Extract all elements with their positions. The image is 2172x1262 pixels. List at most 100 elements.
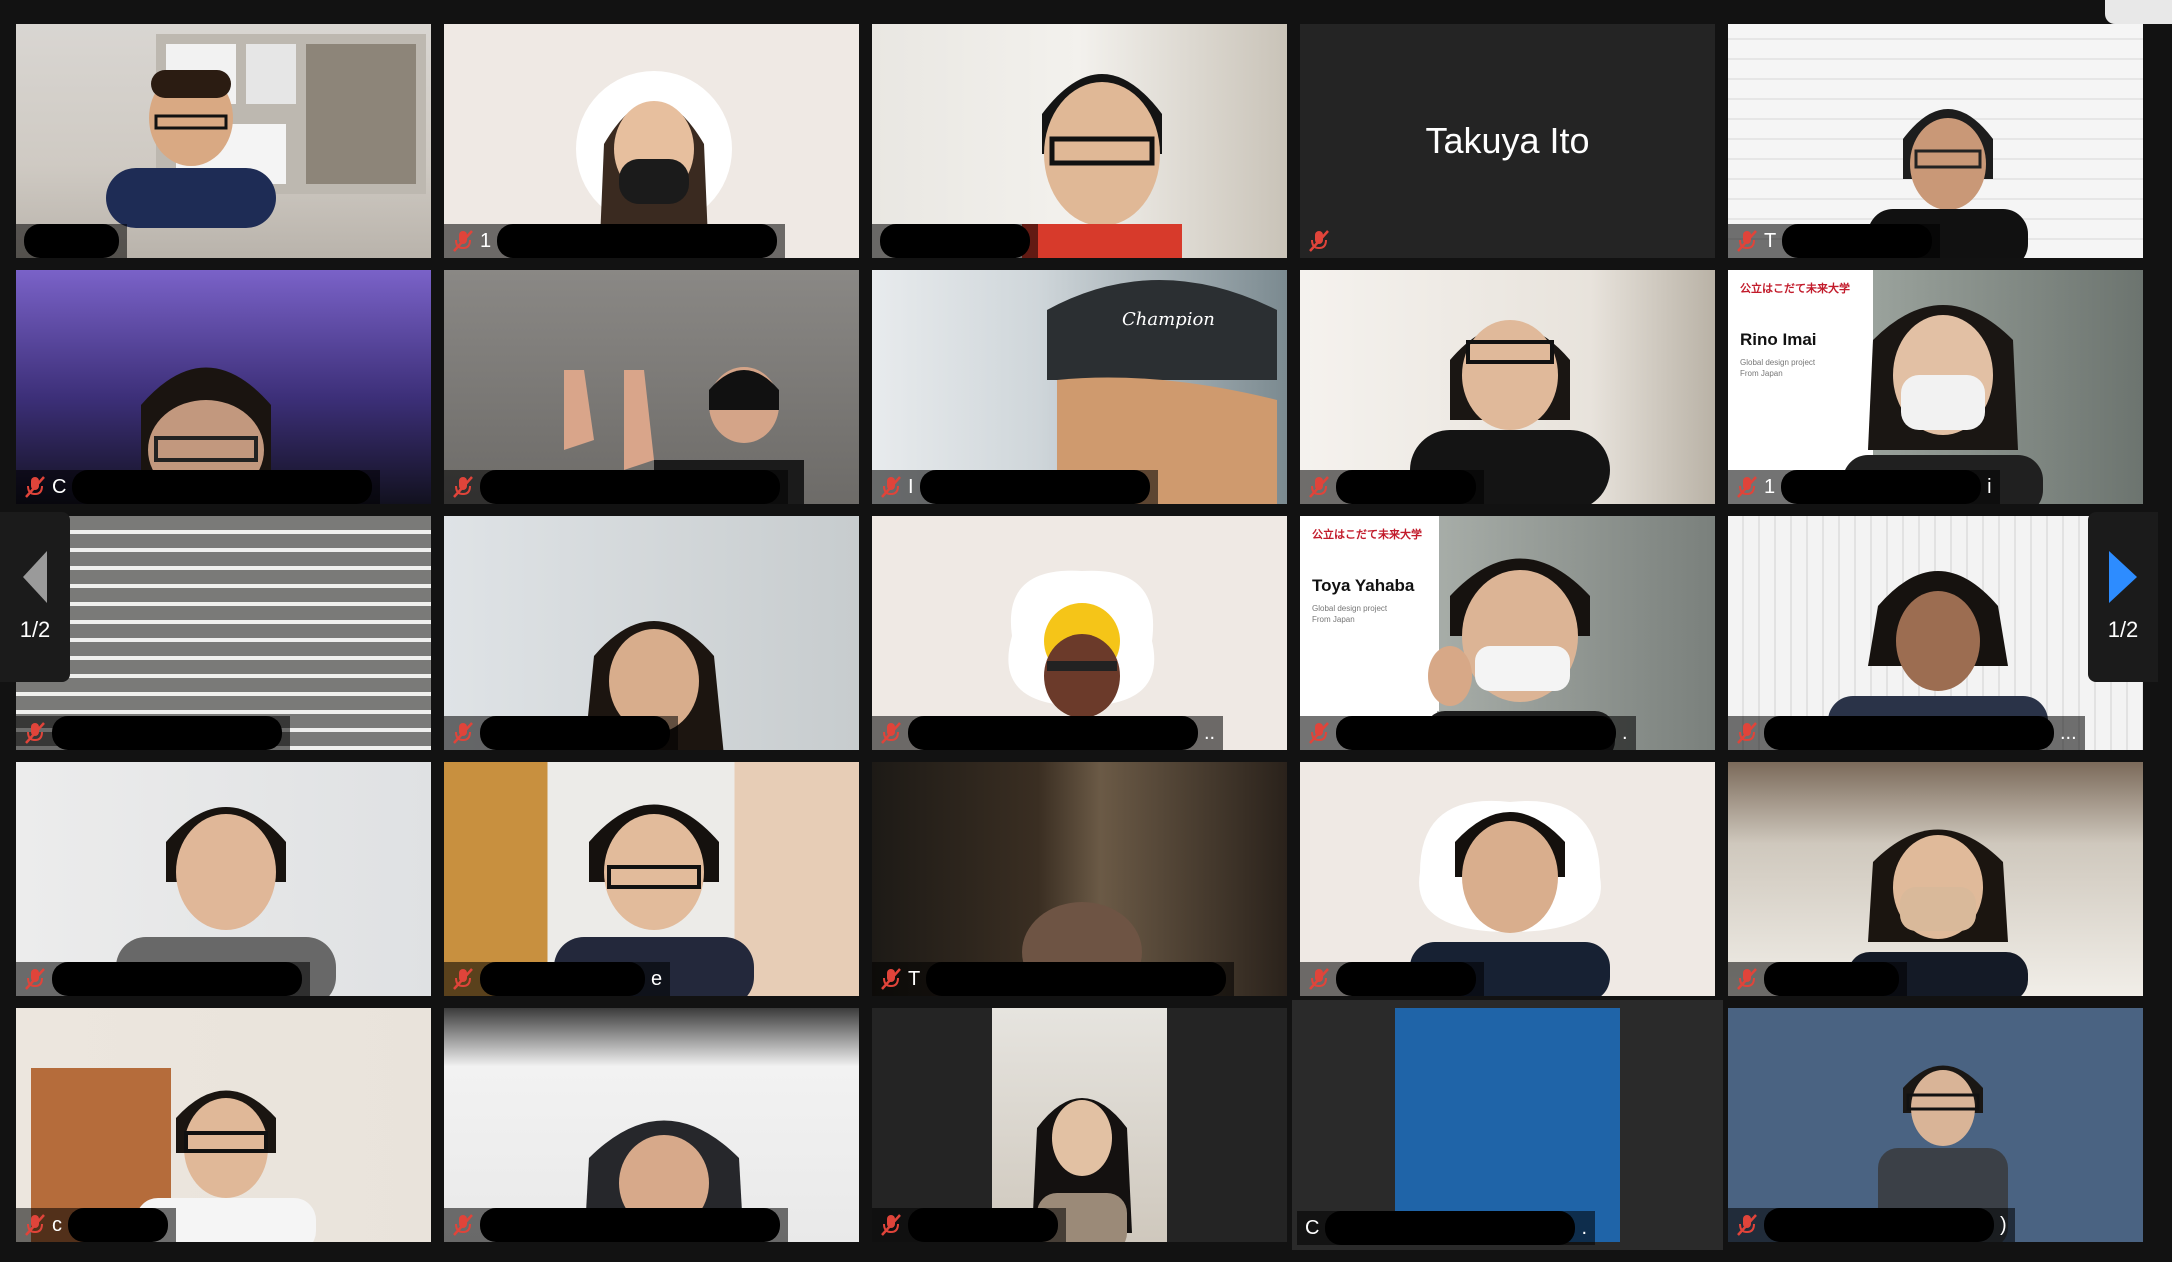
page-indicator-right: 1/2	[2107, 617, 2139, 642]
name-card-name: Rino Imai	[1740, 330, 1817, 349]
participant-tile[interactable]: 1	[444, 24, 859, 258]
participant-name-text: T	[908, 967, 921, 990]
participant-tile[interactable]: )	[1728, 1008, 2143, 1242]
participant-tile[interactable]	[1300, 762, 1715, 996]
participant-name-label: I	[872, 470, 1158, 504]
participant-name-label: T	[1728, 224, 1941, 258]
person-icon: Champion	[1047, 280, 1277, 504]
muted-mic-icon	[1737, 968, 1757, 990]
muted-mic-icon	[453, 476, 473, 498]
participant-tile[interactable]: Takuya Ito	[1300, 24, 1715, 258]
redacted-name	[480, 470, 780, 504]
participant-tile[interactable]	[444, 516, 859, 750]
participant-name-label	[16, 962, 310, 996]
participant-name-text: c	[52, 1213, 62, 1236]
participant-tile[interactable]: 公立はこだて未来大学 Rino Imai Global design proje…	[1728, 270, 2143, 504]
muted-mic-icon	[881, 476, 901, 498]
muted-mic-icon	[453, 722, 473, 744]
participant-tile[interactable]: Champion I	[872, 270, 1287, 504]
chevron-right-icon	[2109, 551, 2137, 603]
redacted-name	[926, 962, 1227, 996]
participant-name-label: ..	[872, 716, 1224, 750]
redacted-name	[72, 470, 373, 504]
participant-name-label: T	[872, 962, 1235, 996]
participant-tile[interactable]: T	[872, 762, 1287, 996]
participant-tile[interactable]	[16, 516, 431, 750]
muted-mic-icon	[1737, 476, 1757, 498]
participant-tile[interactable]	[872, 1008, 1287, 1242]
redacted-name	[1764, 716, 2054, 750]
muted-mic-icon	[1309, 968, 1329, 990]
participant-tile[interactable]: C	[16, 270, 431, 504]
zoom-meeting-window: 1 Takuya Ito T C Champion I 公立はこだて未来大学 R…	[0, 0, 2172, 1262]
redacted-name	[1764, 1208, 1994, 1242]
name-card-line1: Global design project	[1740, 358, 1816, 367]
redacted-name	[908, 1208, 1058, 1242]
participant-name-label	[444, 716, 678, 750]
redacted-name	[880, 224, 1030, 258]
redacted-name	[1336, 716, 1616, 750]
redacted-name	[908, 716, 1198, 750]
participant-name-tail: ..	[1204, 721, 1216, 744]
redacted-name	[68, 1208, 168, 1242]
muted-mic-icon	[881, 722, 901, 744]
participant-display-name: Takuya Ito	[1425, 120, 1590, 161]
redacted-name	[1781, 470, 1982, 504]
participant-name-label: )	[1728, 1208, 2015, 1242]
participant-name-tail: ...	[2060, 721, 2077, 744]
svg-text:Champion: Champion	[1122, 309, 1215, 330]
name-card-university: 公立はこだて未来大学	[1740, 283, 1850, 295]
participant-name-label	[16, 224, 127, 258]
participant-tile[interactable]: T	[1728, 24, 2143, 258]
participant-name-text: 1	[1764, 475, 1776, 498]
participant-name-tail: .	[1622, 721, 1628, 744]
participant-name-label: .	[1300, 716, 1636, 750]
page-indicator-left: 1/2	[19, 617, 51, 642]
participant-tile[interactable]	[444, 270, 859, 504]
participant-name-label	[16, 716, 290, 750]
participant-name-label: C	[16, 470, 381, 504]
participant-name-label: C.	[1297, 1211, 1596, 1245]
participant-tile[interactable]	[1300, 270, 1715, 504]
participant-tile[interactable]: c	[16, 1008, 431, 1242]
participant-tile[interactable]	[16, 24, 431, 258]
muted-mic-icon	[1309, 722, 1329, 744]
participant-name-label: e	[444, 962, 671, 996]
participant-name-label	[1300, 470, 1484, 504]
participant-tile[interactable]	[1728, 762, 2143, 996]
participant-name-text: C	[52, 475, 67, 498]
muted-mic-icon	[25, 476, 45, 498]
participant-tile[interactable]: ...	[1728, 516, 2143, 750]
participant-tile[interactable]	[872, 24, 1287, 258]
participant-tile[interactable]: ..	[872, 516, 1287, 750]
muted-mic-icon	[25, 1214, 45, 1236]
muted-mic-icon	[25, 968, 45, 990]
participant-name-text: C	[1305, 1216, 1320, 1239]
muted-mic-icon	[1737, 722, 1757, 744]
redacted-name	[1336, 470, 1476, 504]
muted-mic-icon	[453, 230, 473, 252]
muted-mic-icon	[1309, 476, 1329, 498]
participant-name-label	[872, 1208, 1066, 1242]
redacted-name	[1336, 962, 1476, 996]
participant-name-label	[444, 470, 788, 504]
muted-mic-icon	[1737, 230, 1757, 252]
participant-tile[interactable]	[16, 762, 431, 996]
redacted-name	[497, 224, 778, 258]
chevron-left-icon	[23, 551, 47, 603]
participant-name-text: I	[908, 475, 914, 498]
participant-name-tail: e	[651, 967, 663, 990]
muted-mic-icon	[1309, 230, 1329, 252]
participant-tile[interactable]: e	[444, 762, 859, 996]
muted-mic-icon	[453, 968, 473, 990]
redacted-name	[480, 716, 670, 750]
participant-tile[interactable]: 公立はこだて未来大学 Toya Yahaba Global design pro…	[1300, 516, 1715, 750]
participant-tile[interactable]	[444, 1008, 859, 1242]
participant-name-text: T	[1764, 229, 1777, 252]
participant-name-label	[1728, 962, 1907, 996]
redacted-name	[24, 224, 119, 258]
previous-page-button[interactable]: 1/2	[0, 512, 70, 682]
redacted-name	[52, 962, 302, 996]
participant-tile-active-speaker[interactable]: C.	[1292, 1000, 1723, 1250]
next-page-button[interactable]: 1/2	[2088, 512, 2158, 682]
